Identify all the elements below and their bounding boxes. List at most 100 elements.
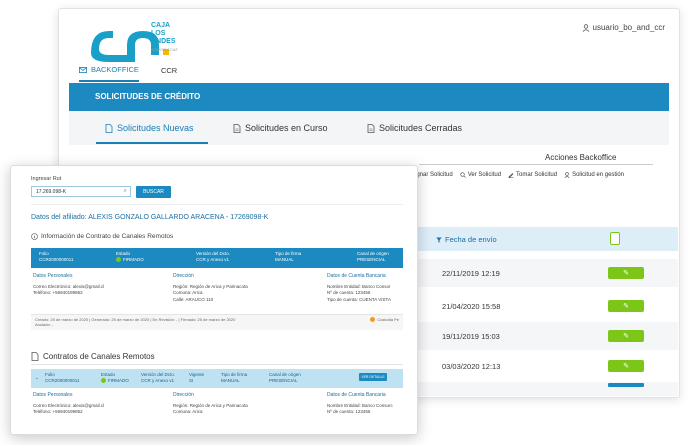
logo-small: SOMOS CCAF: [151, 47, 178, 52]
document-icon: [31, 352, 39, 361]
trace-bar: Creado: 25 de marzo de 2020 | Generado: …: [31, 314, 403, 330]
solicitud-en-gestion-action: Solicitud en gestión: [564, 172, 624, 178]
logo-text: CAJA LOS ANDES SOMOS CCAF: [151, 22, 178, 54]
datos-personales: Datos Personales Correo Electrónico: ale…: [33, 273, 104, 297]
detail-line: Tipo de cuenta: CUENTA VISTA: [327, 296, 391, 302]
document-icon: [105, 123, 113, 133]
edit-button[interactable]: ✎: [608, 330, 644, 342]
rut-input[interactable]: 17.269.098-K ⌕: [31, 186, 131, 197]
info-icon: [31, 233, 38, 240]
partial-button: [608, 383, 644, 387]
action-label: signar Solicitud: [412, 172, 453, 178]
cell-estado: FIRMADO: [116, 257, 144, 263]
datos-personales: Datos Personales Correo Electrónico: ale…: [33, 392, 104, 416]
edit-button[interactable]: ✎: [608, 300, 644, 312]
nav-backoffice[interactable]: BACKOFFICE: [79, 65, 139, 82]
search-icon: [460, 172, 466, 178]
grid-header: Fecha de envío: [412, 227, 678, 251]
section-title: Datos de Cuenta Bancaria: [327, 392, 386, 398]
contratos-title: Contratos de Canales Remotos: [43, 352, 155, 361]
status-dot-icon: [116, 257, 121, 263]
acciones-divider: [419, 164, 653, 165]
datos-cuenta-bancaria: Datos de Cuenta Bancaria Nombre Entidad:…: [327, 392, 393, 416]
contratos-heading: Contratos de Canales Remotos: [31, 352, 155, 361]
acciones-title: Acciones Backoffice: [545, 153, 617, 162]
chevron-down-icon[interactable]: ⌄: [35, 375, 39, 381]
table-row[interactable]: 03/03/2020 12:13 ✎: [412, 352, 678, 380]
filter-icon: [436, 237, 442, 243]
logo: [91, 31, 169, 62]
top-nav: BACKOFFICE CCR: [79, 65, 177, 82]
pencil-icon: ✎: [623, 333, 629, 340]
cell-folio: CCR2000000011: [39, 257, 74, 262]
warning-dot-icon: [370, 317, 376, 322]
tab-solicitudes-nuevas[interactable]: Solicitudes Nuevas: [105, 123, 194, 133]
detail-line: Teléfono: +56940199852: [33, 409, 83, 414]
nav-backoffice-label: BACKOFFICE: [91, 65, 139, 74]
custodia-status: Custodia Pe: [370, 317, 399, 322]
detail-line: Calle: ARAUCO 110: [173, 296, 214, 302]
row-date: 19/11/2019 15:03: [442, 331, 500, 341]
tab-bar: Solicitudes Nuevas Solicitudes en Curso …: [69, 111, 669, 145]
buscar-button[interactable]: BUSCAR: [136, 186, 171, 198]
table-row[interactable]: 19/11/2019 15:03 ✎: [412, 322, 678, 350]
action-label: Solicitud en gestión: [572, 172, 625, 178]
select-all-checkbox[interactable]: [610, 232, 620, 245]
contratos-table-row[interactable]: ⌄ Folio CCR2000000011 Estado FIRMADO Versi…: [31, 369, 403, 388]
cell-folio: CCR2000000011: [45, 378, 80, 383]
edit-button[interactable]: ✎: [608, 360, 644, 372]
tab-solicitudes-cerradas[interactable]: Solicitudes Cerradas: [367, 123, 462, 133]
contrato-info-title: Información de Contrato de Canales Remot…: [41, 233, 174, 240]
document-icon: [233, 123, 241, 133]
ver-solicitud-action: Ver Solicitud: [460, 172, 501, 178]
cell-tipo-firma: MANUAL: [275, 257, 294, 262]
divider: [31, 204, 403, 205]
search-icon: ⌕: [123, 188, 127, 194]
acciones-legend: signar Solicitud Ver Solicitud Tomar Sol…: [412, 172, 624, 178]
cell-tipo-firma: MANUAL: [221, 378, 240, 383]
tab-solicitudes-en-curso[interactable]: Solicitudes en Curso: [233, 123, 328, 133]
detail-line: Teléfono: +56940199852: [33, 290, 83, 295]
mail-icon: [79, 66, 87, 73]
user-menu[interactable]: usuario_bo_and_ccr: [582, 23, 665, 32]
section-title: Dirección: [173, 273, 194, 279]
divider: [31, 364, 403, 365]
cell-canal-origen: PRESENCIAL: [357, 257, 386, 262]
action-label: Tomar Solicitud: [516, 172, 558, 178]
contrato-info-heading: Información de Contrato de Canales Remot…: [31, 233, 173, 240]
trace-anulado: Anulado: -: [35, 322, 54, 327]
table-row[interactable]: 22/11/2019 12:19 ✎: [412, 259, 678, 287]
status-dot-icon: [101, 378, 106, 384]
pencil-icon: ✎: [623, 363, 629, 370]
action-label: Ver Solicitud: [467, 172, 502, 178]
contratos-details: Datos Personales Correo Electrónico: ale…: [31, 392, 403, 428]
ccr-detail-window: Ingresar Rut 17.269.098-K ⌕ BUSCAR Datos…: [10, 165, 418, 435]
direccion: Dirección Región: Región de Arica y Pari…: [173, 392, 248, 416]
section-title: Datos Personales: [33, 392, 73, 398]
contrato-details: Datos Personales Correo Electrónico: ale…: [31, 273, 403, 313]
tab-label: Solicitudes Nuevas: [117, 123, 194, 133]
edit-button[interactable]: ✎: [608, 267, 644, 279]
col-fecha-envio[interactable]: Fecha de envío: [436, 235, 497, 244]
ver-detalle-button[interactable]: VER DETALLE: [359, 373, 387, 381]
page-title: SOLICITUDES DE CRÉDITO: [95, 92, 201, 101]
row-date: 03/03/2020 12:13: [442, 361, 501, 371]
nav-ccr[interactable]: CCR: [161, 65, 177, 82]
afiliado-title: Datos del afiliado: ALEXIS GONZALO GALLA…: [31, 214, 269, 221]
section-title: Datos Personales: [33, 273, 73, 279]
section-title: Dirección: [173, 392, 194, 398]
rut-value: 17.269.098-K: [36, 189, 67, 195]
tomar-solicitud-action: Tomar Solicitud: [508, 172, 557, 178]
rut-label: Ingresar Rut: [31, 176, 62, 182]
logo-line1: CAJA: [151, 22, 171, 29]
nav-ccr-label: CCR: [160, 66, 178, 75]
user-icon: [564, 172, 570, 178]
table-row[interactable]: 21/04/2020 15:58 ✎: [412, 292, 678, 320]
direccion: Dirección Región: Región de Arica y Pari…: [173, 273, 248, 303]
active-tab-underline: [96, 142, 208, 144]
pencil-icon: ✎: [623, 270, 629, 277]
tab-label: Solicitudes en Curso: [245, 123, 328, 133]
document-icon: [367, 123, 375, 133]
stage: CAJA LOS ANDES SOMOS CCAF usuario_bo_and…: [0, 0, 689, 445]
pencil-icon: [508, 173, 514, 178]
